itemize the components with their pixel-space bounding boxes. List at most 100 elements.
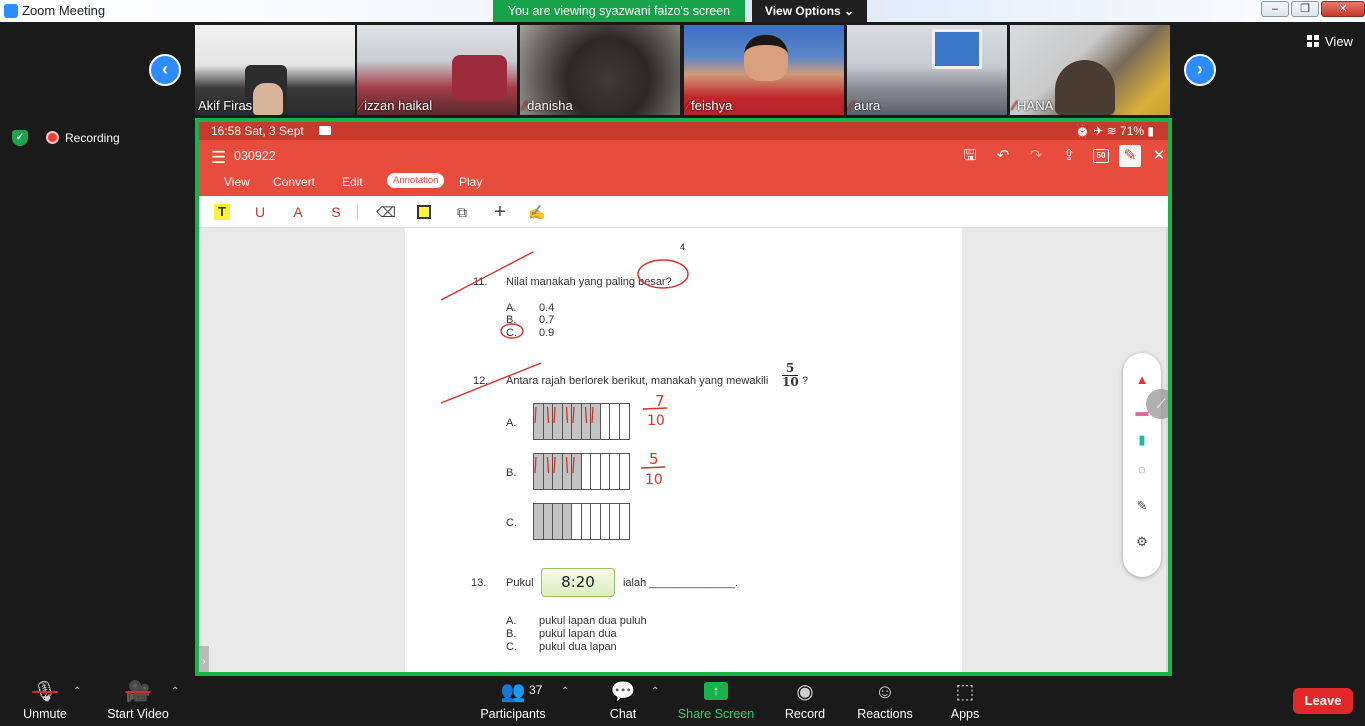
chat-caret[interactable]: ⌃ [651,686,659,697]
bar-cell [601,504,610,539]
security-shield-icon: ✓ [12,130,28,146]
tab-play[interactable]: Play [459,175,482,189]
save-icon[interactable]: 🖫 [959,145,981,167]
bar-cell [582,504,591,539]
share-icon[interactable]: ⇪ [1058,145,1080,167]
option-value: 0.7 [539,314,555,326]
bar-cell [572,404,582,439]
audio-options-caret[interactable]: ⌃ [73,686,81,697]
fraction-denominator: 10 [782,375,799,389]
bar-cell [591,504,601,539]
reactions-button[interactable]: ☺ Reactions [840,680,930,724]
bar-cell [562,404,572,439]
close-doc-icon[interactable]: ✕ [1148,145,1168,167]
apps-button[interactable]: ⬚ Apps [920,680,1010,724]
prev-page-button[interactable]: ‹ [149,54,181,86]
option-letter: B. [506,467,517,479]
question-suffix: ialah ______________. [623,577,739,589]
participants-count: 37 [529,683,543,697]
page-number: 4 [680,242,686,252]
participant-name: ⁄ aura [850,98,881,113]
participant-name: ⁄ danisha [523,98,573,113]
participant-name: Akif Firas [198,98,253,113]
video-tile[interactable]: ⁄ izzan haikal [357,25,517,115]
bar-cell [581,404,591,439]
scroll-gutter[interactable] [1166,228,1168,672]
tab-convert[interactable]: Convert [273,175,315,189]
add-icon[interactable]: + [489,202,511,222]
pen-tool-icon[interactable]: ▲ [1131,369,1153,391]
video-tile[interactable]: ⁄ aura [847,25,1007,115]
menu-icon[interactable]: ☰ [211,148,226,168]
bar-cell [543,454,553,489]
bar-cell [601,454,610,489]
undo-icon[interactable]: ↶ [992,145,1014,167]
question-text: Nilai manakah yang paling besar? [506,276,672,288]
start-video-button[interactable]: 🎥 Start Video [93,680,183,724]
bar-cell [601,404,610,439]
bar-cell [610,404,620,439]
page-badge-icon[interactable]: 50 [1093,149,1109,163]
eraser-icon[interactable]: ⌫ [375,202,397,222]
next-page-button[interactable]: › [1184,54,1216,86]
view-options-button[interactable]: View Options ⌄ [752,0,867,22]
shared-screen[interactable]: 16:58 Sat, 3 Sept ⏰ ✈ ≋ 71% ▮ ☰ 030922 🖫… [195,118,1172,676]
edit-tool-icon[interactable]: ✎ [1131,495,1153,517]
bar-cell [620,504,630,539]
shape-icon[interactable]: ⧉ [451,202,473,222]
settings-icon[interactable]: ⚙ [1131,531,1153,553]
leave-button[interactable]: Leave [1293,688,1353,714]
view-layout-button[interactable]: View [1307,34,1353,49]
participant-name: ⁄ feishya [687,98,733,113]
video-tile[interactable]: ⁄ feishya [684,25,844,115]
wps-header: ☰ 030922 🖫 ↶ ↷ ⇪ 50 ✎ ✕ View Convert Edi… [199,140,1168,196]
document-page: 4 11. Nilai manakah yang paling besar? A… [405,228,962,672]
underline-icon[interactable]: U [249,202,271,222]
strikethrough-icon[interactable]: S [325,202,347,222]
highlight-text-icon[interactable]: T [214,204,230,220]
bar-cell [572,454,582,489]
floating-handle-icon[interactable]: ⟋ [1146,389,1168,419]
signature-icon[interactable]: ✍ [526,202,548,222]
tab-view[interactable]: View [224,175,250,189]
camera-icon [319,126,331,135]
apps-icon: ⬚ [955,681,975,703]
participant-name: ⁄ HANA [1013,98,1054,113]
video-options-caret[interactable]: ⌃ [171,686,179,697]
tab-edit[interactable]: Edit [342,175,363,189]
question-text: Pukul [506,577,534,589]
record-button[interactable]: ◉ Record [760,680,850,724]
fraction-numerator: 5 [785,361,795,375]
bar-cell [543,404,553,439]
recording-dot-icon [46,131,59,144]
bar-cell [543,504,553,539]
tab-annotation[interactable]: Annotation [387,173,445,188]
participants-caret[interactable]: ⌃ [561,686,569,697]
document-viewport[interactable]: 4 11. Nilai manakah yang paling besar? A… [199,228,1168,672]
minimize-button[interactable]: – [1261,1,1289,17]
ink-b-fraction-bar [640,466,666,469]
redo-icon[interactable]: ↷ [1025,145,1047,167]
font-color-icon[interactable]: A [287,202,309,222]
shaded-bar-c [533,503,630,540]
video-tile[interactable]: Akif Firas [195,25,355,115]
pen-mode-icon[interactable]: ✎ [1119,145,1141,167]
video-tile[interactable]: ⁄ HANA [1010,25,1170,115]
bar-cell [591,454,601,489]
bar-cell [610,504,620,539]
close-window-button[interactable]: ✕ [1321,1,1365,17]
fraction: 5 10 [782,361,799,389]
share-screen-button[interactable]: ↑ Share Screen [671,680,761,724]
lasso-tool-icon[interactable]: ◌ [1131,459,1153,481]
participants-button[interactable]: 👥 Participants [468,680,558,724]
bar-cell [553,504,563,539]
pen-panel: ▲ ▬ ▮ ◌ ✎ ⚙ [1123,353,1161,577]
highlighter-tool-icon[interactable]: ▮ [1131,429,1153,451]
maximize-button[interactable]: ❐ [1291,1,1319,17]
area-highlight-icon[interactable] [417,205,431,219]
video-tile[interactable]: ⁄ danisha [520,25,680,115]
muted-mic-icon: ⁄ [1013,98,1016,113]
option-letter: B. [506,314,517,326]
question-number: 12. [473,375,489,387]
side-drawer-tab[interactable]: › [199,646,209,672]
